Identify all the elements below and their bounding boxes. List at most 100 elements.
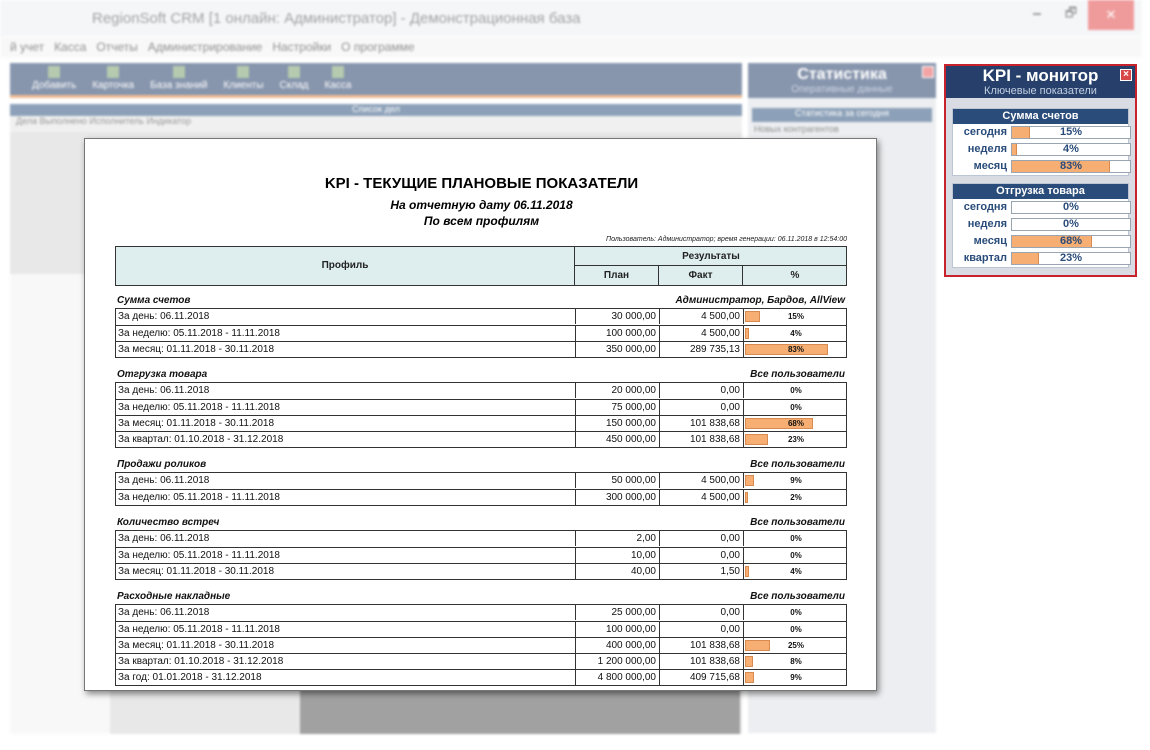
table-row: За день: 06.11.2018 30 000,00 4 500,00 15%	[116, 309, 846, 325]
menu-item-cash[interactable]: Касса	[54, 40, 86, 54]
percent-cell: 68%	[743, 416, 847, 431]
period-cell: За день: 06.11.2018	[118, 475, 210, 486]
fact-cell: 0,00	[659, 531, 743, 546]
toolbar-cash-label: Касса	[324, 80, 352, 91]
report-section-name: Сумма счетов	[117, 295, 191, 306]
percent-value: 68%	[787, 419, 804, 428]
menu-item-admin[interactable]: Администрирование	[148, 40, 262, 54]
period-cell: За месяц: 01.11.2018 - 30.11.2018	[118, 640, 275, 651]
report-rows: За день: 06.11.2018 25 000,00 0,00 0% За нед…	[115, 604, 847, 686]
toolbar-knowledge-button[interactable]: База знаний	[150, 66, 207, 91]
knowledge-icon	[172, 66, 185, 78]
percent-cell: 9%	[743, 670, 847, 685]
fact-cell: 101 838,68	[659, 654, 743, 669]
kpi-monitor-header: KPI - монитор Ключевые показатели ×	[946, 66, 1135, 98]
kpi-row: месяц 68%	[953, 233, 1131, 250]
report-section-name: Расходные накладные	[117, 591, 231, 602]
close-button[interactable]: ✕	[1088, 0, 1134, 30]
kpi-progress-value: 83%	[1059, 160, 1083, 172]
statistics-today-bar[interactable]: Статистика за сегодня	[752, 108, 932, 122]
task-list-header: Список дел	[10, 104, 742, 116]
report-section-users: Администратор, Бардов, AllView	[675, 295, 845, 306]
table-row: За неделю: 05.11.2018 - 11.11.2018 100 00…	[116, 325, 846, 341]
report-rows: За день: 06.11.2018 30 000,00 4 500,00 15% З…	[115, 308, 847, 358]
report-meta: Пользователь: Администратор; время генер…	[606, 236, 847, 243]
percent-value: 9%	[790, 476, 802, 485]
kpi-row-label: неделя	[967, 218, 1007, 230]
fact-cell: 4 500,00	[659, 309, 743, 324]
report-section-header: Расходные накладные Все пользователи	[115, 588, 847, 604]
period-cell: За неделю: 05.11.2018 - 11.11.2018	[118, 402, 280, 413]
percent-value: 0%	[790, 403, 802, 412]
period-cell: За месяц: 01.11.2018 - 30.11.2018	[118, 418, 275, 429]
statistics-header: Статистика Оперативные данные	[748, 63, 936, 98]
table-row: За неделю: 05.11.2018 - 11.11.2018 100 00…	[116, 621, 846, 637]
menu-item-reports[interactable]: Отчеты	[96, 40, 137, 54]
percent-value: 2%	[790, 493, 802, 502]
fact-cell: 0,00	[659, 548, 743, 563]
percent-cell: 23%	[743, 432, 847, 447]
table-row: За месяц: 01.11.2018 - 30.11.2018 150 000…	[116, 415, 846, 431]
cash-icon	[331, 66, 344, 78]
kpi-row-label: сегодня	[963, 201, 1007, 213]
kpi-progress-bar: 68%	[1011, 235, 1131, 248]
report-rows: За день: 06.11.2018 50 000,00 4 500,00 9% За…	[115, 472, 847, 506]
period-cell: За неделю: 05.11.2018 - 11.11.2018	[118, 624, 280, 635]
statistics-close-icon[interactable]	[922, 66, 934, 78]
kpi-progress-value: 0%	[1063, 218, 1079, 230]
percent-cell: 0%	[743, 548, 847, 563]
header-fact: Факт	[659, 266, 743, 285]
kpi-row-label: неделя	[967, 143, 1007, 155]
minimize-button[interactable]: 🗕	[1020, 0, 1054, 30]
plan-cell: 75 000,00	[575, 400, 659, 415]
fact-cell: 409 715,68	[659, 670, 743, 685]
kpi-row: сегодня 0%	[953, 199, 1131, 216]
kpi-progress-bar: 83%	[1011, 160, 1131, 173]
percent-cell: 4%	[743, 564, 847, 579]
period-cell: За квартал: 01.10.2018 - 31.12.2018	[118, 434, 284, 445]
percent-value: 9%	[790, 673, 802, 682]
period-cell: За день: 06.11.2018	[118, 311, 210, 322]
fact-cell: 1,50	[659, 564, 743, 579]
percent-cell: 0%	[743, 531, 847, 546]
toolbar-clients-label: Клиенты	[223, 80, 264, 91]
kpi-close-icon[interactable]: ×	[1120, 69, 1132, 81]
table-row: За квартал: 01.10.2018 - 31.12.2018 450 0…	[116, 431, 846, 447]
menu-item-settings[interactable]: Настройки	[272, 40, 331, 54]
toolbar-cash-button[interactable]: Касса	[324, 66, 351, 91]
menu-bar: й учет Касса Отчеты Администрирование На…	[0, 36, 1142, 58]
table-row: За квартал: 01.10.2018 - 31.12.2018 1 200…	[116, 653, 846, 669]
maximize-button[interactable]: 🗗	[1054, 0, 1088, 30]
toolbar-stock-button[interactable]: Склад	[279, 66, 309, 91]
menu-item-accounting[interactable]: й учет	[10, 40, 44, 54]
report-section: Отгрузка товара Все пользователи За день: …	[115, 366, 847, 448]
toolbar-stock-label: Склад	[279, 80, 309, 91]
percent-value: 0%	[790, 625, 802, 634]
kpi-section-title: Отгрузка товара	[953, 184, 1128, 199]
percent-cell: 0%	[743, 605, 847, 620]
percent-cell: 15%	[743, 309, 847, 324]
plan-cell: 150 000,00	[575, 416, 659, 431]
report-section-users: Все пользователи	[750, 591, 845, 602]
toolbar-card-button[interactable]: Карточка	[92, 66, 134, 91]
statistics-title: Статистика	[797, 66, 887, 83]
table-row: За месяц: 01.11.2018 - 30.11.2018 40,00 1,…	[116, 563, 846, 579]
percent-cell: 4%	[743, 326, 847, 341]
table-row: За день: 06.11.2018 25 000,00 0,00 0%	[116, 605, 846, 621]
plan-cell: 25 000,00	[575, 605, 659, 620]
report-section-name: Продажи роликов	[117, 459, 207, 470]
kpi-section: Отгрузка товара сегодня 0% неделя 0% месяц 68%…	[952, 183, 1131, 268]
report-sections: Сумма счетов Администратор, Бардов, AllVi…	[115, 292, 847, 694]
report-section-header: Сумма счетов Администратор, Бардов, AllVi…	[115, 292, 847, 308]
plan-cell: 50 000,00	[575, 473, 659, 488]
report-title: KPI - ТЕКУЩИЕ ПЛАНОВЫЕ ПОКАЗАТЕЛИ	[324, 175, 639, 192]
kpi-row: неделя 4%	[953, 141, 1131, 158]
kpi-row-label: месяц	[973, 235, 1007, 247]
kpi-row: месяц 83%	[953, 158, 1131, 175]
table-row: За неделю: 05.11.2018 - 11.11.2018 10,00 0…	[116, 547, 846, 563]
toolbar-clients-button[interactable]: Клиенты	[223, 66, 264, 91]
report-section-users: Все пользователи	[750, 369, 845, 380]
menu-item-about[interactable]: О программе	[341, 40, 414, 54]
toolbar-add-button[interactable]: Добавить	[32, 66, 76, 91]
kpi-progress-value: 23%	[1059, 252, 1083, 264]
